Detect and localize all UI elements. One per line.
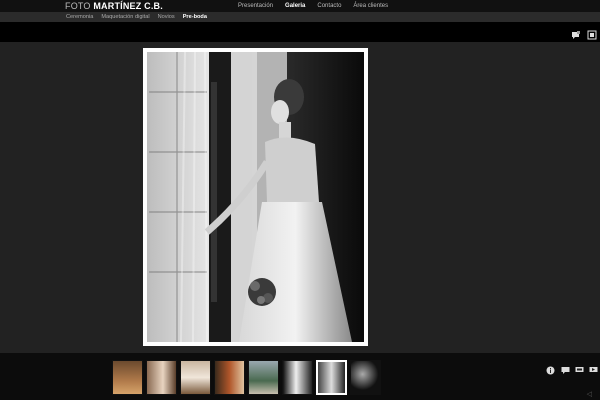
fullscreen-icon[interactable] (587, 27, 597, 40)
thumbnail-6[interactable] (282, 360, 313, 395)
share-icon[interactable] (575, 362, 584, 372)
main-nav: Presentación Galeria Contacto Área clien… (232, 0, 394, 12)
subnav-item-novios[interactable]: Novios (154, 12, 179, 22)
subnav-item-maquetacion-digital[interactable]: Maquetación digital (97, 12, 153, 22)
info-icon[interactable] (546, 362, 555, 375)
thumbnail-2[interactable] (146, 360, 177, 395)
thumbnail-7[interactable] (316, 360, 347, 395)
thumbnail-4[interactable] (214, 360, 245, 395)
site-logo[interactable]: FOTO MARTÍNEZ C.B. (65, 0, 163, 12)
thumbnail-1[interactable] (112, 360, 143, 395)
sub-nav: Ceremonia Maquetación digital Novios Pre… (62, 12, 211, 22)
logo-text-bold: MARTÍNEZ C.B. (93, 1, 163, 11)
logo-text-light: FOTO (65, 1, 94, 11)
main-photo[interactable] (147, 52, 364, 342)
thumbnail-list (112, 360, 381, 395)
thumbnail-5[interactable] (248, 360, 279, 395)
top-navigation-bar: FOTO MARTÍNEZ C.B. Presentación Galeria … (0, 0, 600, 12)
sub-navigation-bar: Ceremonia Maquetación digital Novios Pre… (0, 12, 600, 22)
subnav-item-ceremonia[interactable]: Ceremonia (62, 12, 97, 22)
nav-item-contacto[interactable]: Contacto (311, 0, 347, 12)
photo-frame (143, 48, 368, 346)
comment-icon[interactable] (571, 27, 581, 39)
comment-icon[interactable] (561, 362, 570, 374)
nav-item-area-clientes[interactable]: Área clientes (347, 0, 394, 12)
thumbnail-3[interactable] (180, 360, 211, 395)
nav-item-presentacion[interactable]: Presentación (232, 0, 279, 12)
gallery-toolbar (0, 22, 600, 42)
subnav-item-pre-boda[interactable]: Pre-boda (179, 12, 211, 22)
slideshow-icon[interactable] (589, 362, 598, 372)
chevron-left-icon[interactable]: ◁ (587, 390, 592, 398)
thumbnail-8[interactable] (350, 360, 381, 395)
nav-item-galeria[interactable]: Galeria (279, 0, 311, 12)
